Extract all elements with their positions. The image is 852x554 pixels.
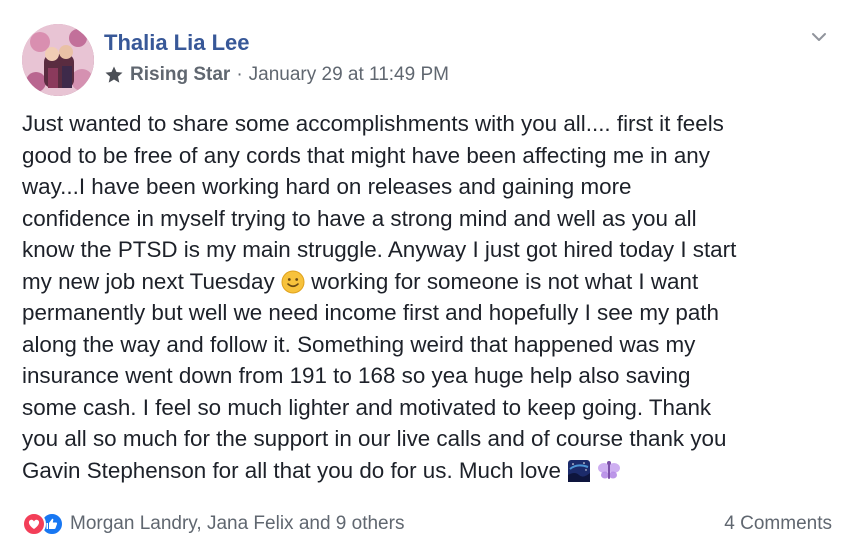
reaction-icons bbox=[22, 512, 64, 536]
post-line: permanently but well we need income firs… bbox=[22, 300, 719, 325]
post-line: good to be free of any cords that might … bbox=[22, 142, 710, 168]
post-line: my new job next Tuesday bbox=[22, 268, 275, 294]
post-line: some cash. I feel so much lighter and mo… bbox=[22, 394, 712, 420]
reaction-summary[interactable]: Morgan Landry, Jana Felix and 9 others bbox=[22, 512, 404, 536]
author-name[interactable]: Thalia Lia Lee bbox=[104, 30, 250, 56]
love-reaction-icon bbox=[22, 512, 46, 536]
post-meta: Rising Star · January 29 at 11:49 PM bbox=[104, 64, 449, 86]
post-timestamp[interactable]: January 29 at 11:49 PM bbox=[249, 64, 449, 86]
post-line: insurance went down from 191 to 168 so y… bbox=[22, 363, 691, 388]
post-line: know the PTSD is my main struggle. Anywa… bbox=[22, 237, 737, 262]
post-line: confidence in myself trying to have a st… bbox=[22, 205, 697, 231]
meta-separator: · bbox=[236, 64, 243, 85]
night-sky-emoji-icon bbox=[568, 459, 591, 482]
post-line: Just wanted to share some accomplishment… bbox=[22, 111, 724, 136]
chevron-down-icon[interactable] bbox=[808, 26, 830, 48]
post-body: Just wanted to share some accomplishment… bbox=[22, 108, 837, 486]
star-badge-icon bbox=[105, 66, 123, 83]
post-line: along the way and follow it. Something w… bbox=[22, 331, 696, 357]
comments-count[interactable]: 4 Comments bbox=[724, 513, 832, 535]
post-card: Thalia Lia Lee Rising Star · January 29 … bbox=[0, 0, 852, 554]
fairy-emoji-icon bbox=[598, 460, 621, 479]
post-footer: Morgan Landry, Jana Felix and 9 others 4… bbox=[22, 508, 832, 540]
post-line: you all so much for the support in our l… bbox=[22, 426, 727, 451]
post-line: way...I have been working hard on releas… bbox=[22, 174, 632, 199]
member-badge[interactable]: Rising Star bbox=[130, 64, 230, 86]
author-avatar[interactable] bbox=[22, 24, 94, 96]
reaction-names[interactable]: Morgan Landry, Jana Felix and 9 others bbox=[70, 513, 404, 535]
post-line: working for someone is not what I want bbox=[311, 268, 699, 294]
smiley-emoji-icon bbox=[281, 270, 305, 293]
post-line: Gavin Stephenson for all that you do for… bbox=[22, 457, 561, 483]
